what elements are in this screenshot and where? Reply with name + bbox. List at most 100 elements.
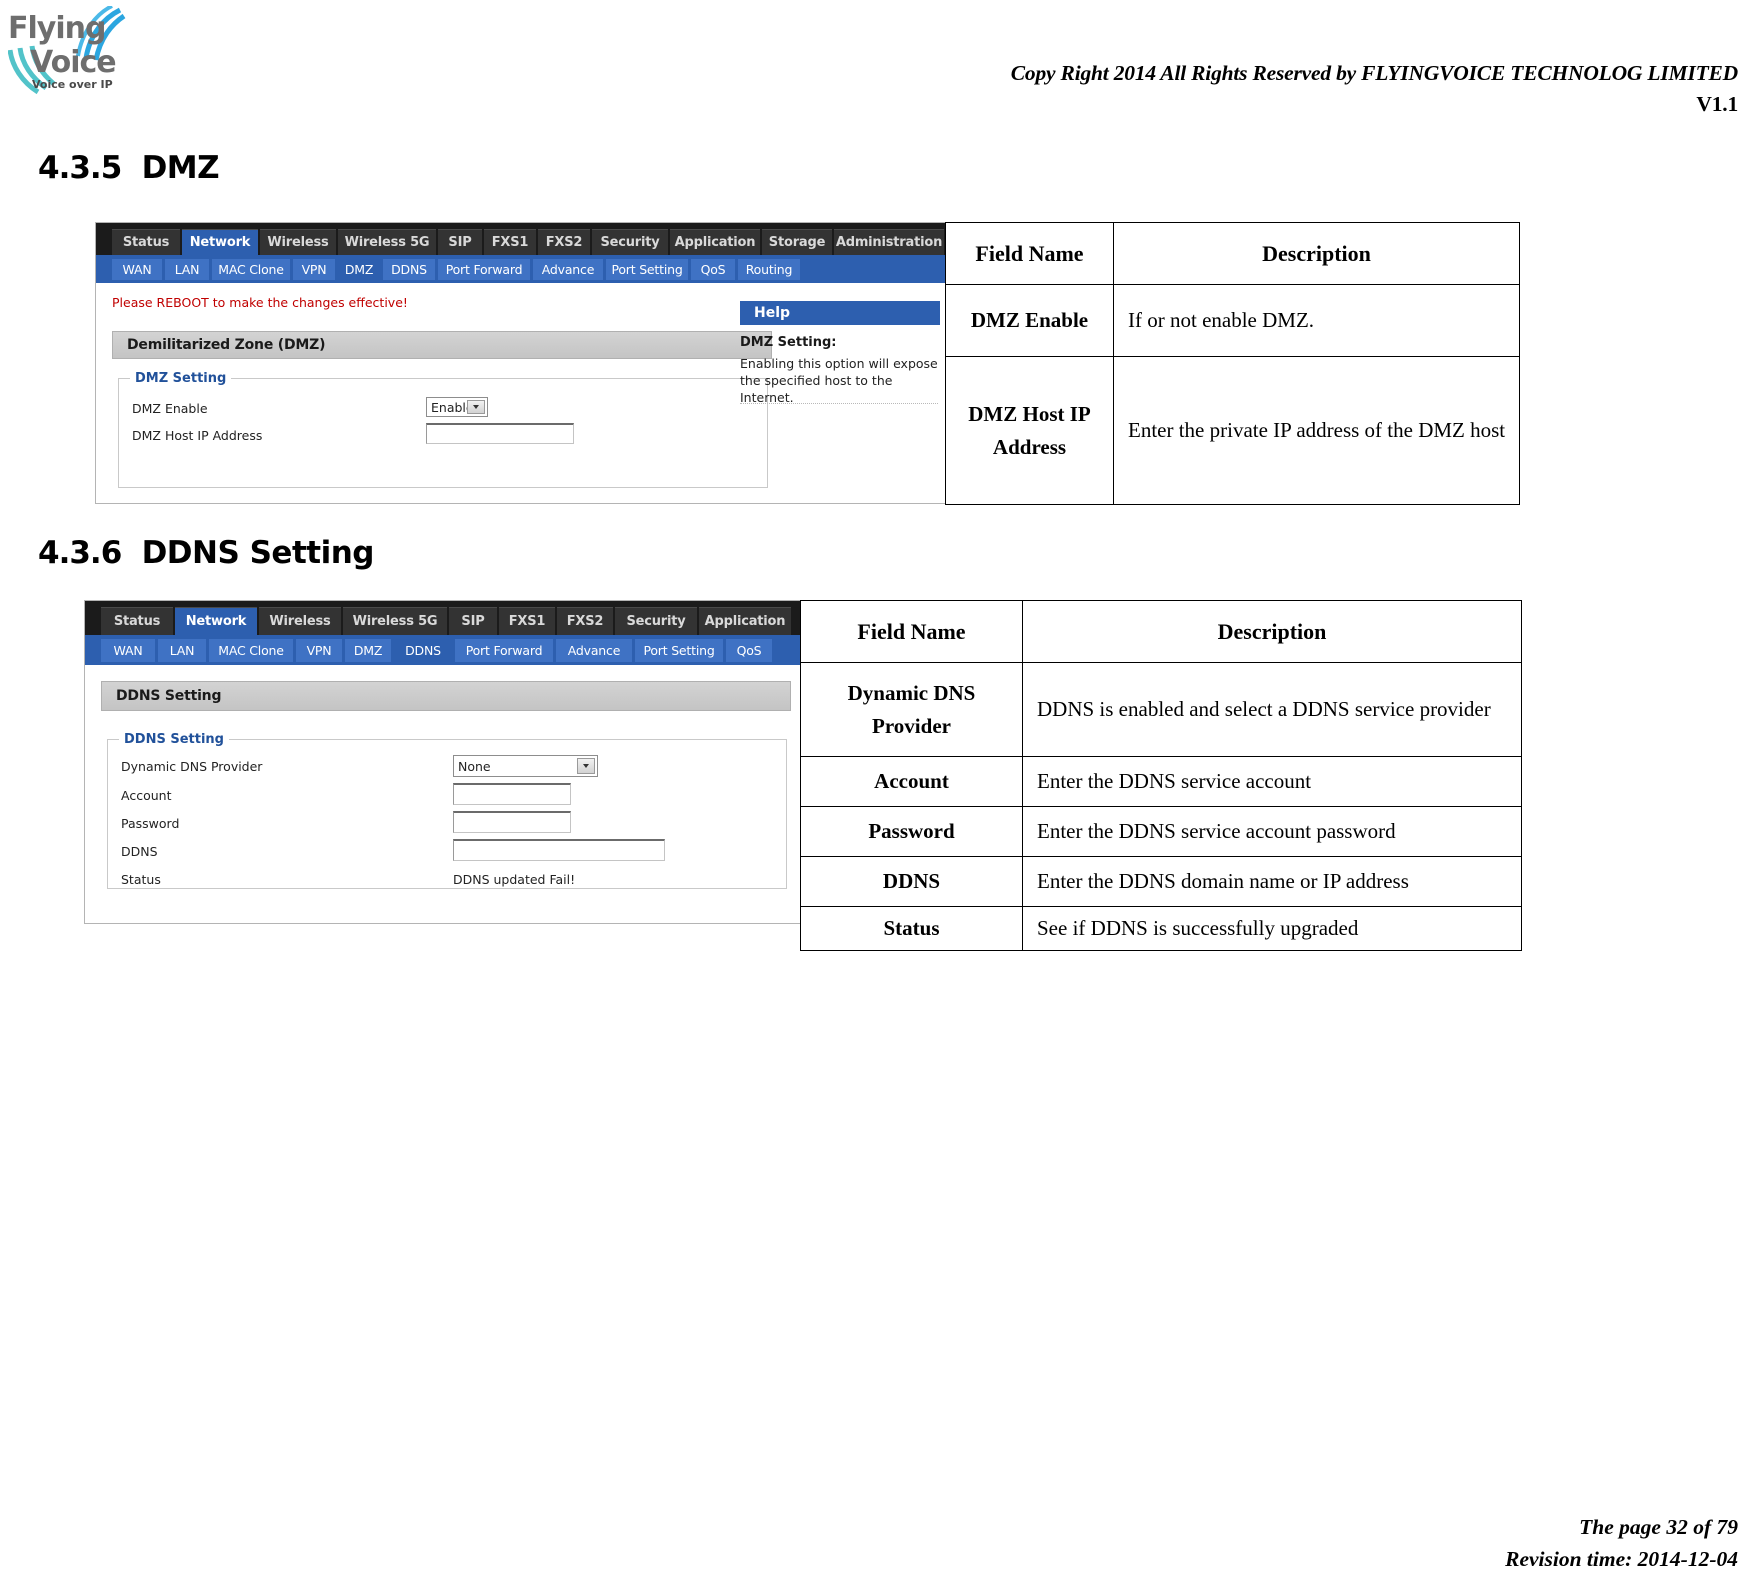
ddns-sub-tab-advance[interactable]: Advance [556,638,632,662]
cell-description: Enter the private IP address of the DMZ … [1113,356,1520,505]
sub-tab-qos[interactable]: QoS [691,258,735,280]
ddns-password-label: Password [121,816,180,831]
cell-description: See if DDNS is successfully upgraded [1022,906,1522,951]
tab-label: QoS [736,642,762,658]
flyingvoice-logo: Flying Voice Voice over IP [8,6,128,102]
version-line: V1.1 [1696,92,1738,117]
ddns-sub-tab-port-forward[interactable]: Port Forward [455,638,553,662]
ddns-sub-tab-lan[interactable]: LAN [158,638,206,662]
ddns-sub-tab-dmz[interactable]: DMZ [345,638,391,662]
nav-tab-security[interactable]: Security [592,229,668,255]
tab-label: Port Forward [465,642,543,658]
chevron-down-icon[interactable] [467,400,485,414]
tab-label: Application [704,614,786,629]
nav-tab-wireless-5g[interactable]: Wireless 5G [338,229,436,255]
ddns-fieldset-legend: DDNS Setting [119,732,229,747]
nav-tab-status[interactable]: Status [112,229,180,255]
ddns-nav-tab-fxs1[interactable]: FXS1 [499,607,555,635]
tab-label: Security [626,614,686,629]
ddns-sub-tab-port-setting[interactable]: Port Setting [635,638,723,662]
ddns-nav-tab-wireless-5g[interactable]: Wireless 5G [343,607,447,635]
sub-tab-port-forward[interactable]: Port Forward [438,258,530,280]
footer-page-number: The page 32 of 79 [1579,1514,1738,1539]
sub-tab-vpn[interactable]: VPN [293,258,335,280]
table-header-row: Field Name Description [945,222,1520,285]
section-heading-dmz: 4.3.5 DMZ [38,150,220,186]
ddns-password-input[interactable] [453,811,571,833]
help-title: DMZ Setting: [740,335,837,350]
tab-label: VPN [301,261,327,277]
tab-label: VPN [306,642,332,658]
ddns-nav-tab-wireless[interactable]: Wireless [259,607,341,635]
ddns-nav-tabs: Status Network Wireless Wireless 5G SIP FXS1 F… [85,601,805,635]
nav-tab-wireless[interactable]: Wireless [260,229,336,255]
nav-tab-administration[interactable]: Administration [834,229,944,255]
ddns-nav-tab-security[interactable]: Security [615,607,697,635]
cell-description: Enter the DDNS service account [1022,756,1522,807]
dmz-enable-label: DMZ Enable [132,401,208,416]
ddns-sub-tab-ddns[interactable]: DDNS [394,638,452,662]
sub-tab-port-setting[interactable]: Port Setting [606,258,688,280]
ddns-domain-input[interactable] [453,839,665,861]
document-header-text: Copy Right 2014 All Rights Reserved by F… [1011,58,1738,120]
tab-label: DDNS [405,642,441,658]
tab-label: Wireless 5G [352,614,438,629]
tab-label: FXS1 [491,235,529,250]
tab-label: Status [113,614,161,629]
tab-label: Wireless [267,235,329,250]
cell-field-name: Status [800,906,1023,951]
tab-label: Port Setting [643,642,715,658]
ddns-panel-title: DDNS Setting [101,681,791,711]
tab-label: Advance [541,261,595,277]
cell-description: Enter the DDNS service account password [1022,806,1522,857]
nav-tab-fxs1[interactable]: FXS1 [484,229,536,255]
dmz-host-ip-input[interactable] [426,423,574,444]
tab-label: Network [185,614,247,629]
nav-tab-network[interactable]: Network [182,229,258,255]
help-divider [740,403,938,404]
ddns-sub-tab-mac-clone[interactable]: MAC Clone [209,638,293,662]
dmz-router-screenshot: Status Network Wireless Wireless 5G SIP FXS1 F… [95,222,952,504]
svg-text:Voice: Voice [30,45,116,80]
ddns-sub-tab-vpn[interactable]: VPN [296,638,342,662]
ddns-nav-tab-application[interactable]: Application [699,607,791,635]
nav-tab-sip[interactable]: SIP [438,229,482,255]
ddns-sub-tab-wan[interactable]: WAN [101,638,155,662]
ddns-nav-tab-network[interactable]: Network [175,607,257,635]
sub-tab-routing[interactable]: Routing [738,258,800,280]
ddns-nav-tab-fxs2[interactable]: FXS2 [557,607,613,635]
ddns-account-input[interactable] [453,783,571,805]
ddns-nav-tab-sip[interactable]: SIP [449,607,497,635]
tab-label: DMZ [344,261,374,277]
nav-tab-fxs2[interactable]: FXS2 [538,229,590,255]
svg-text:Flying: Flying [8,11,105,46]
cell-description: Enter the DDNS domain name or IP address [1022,856,1522,907]
dmz-nav-tabs: Status Network Wireless Wireless 5G SIP FXS1 F… [96,223,951,255]
tab-label: FXS2 [545,235,583,250]
sub-tab-dmz[interactable]: DMZ [338,258,380,280]
ddns-provider-select[interactable]: None [453,755,598,777]
ddns-status-value: DDNS updated Fail! [453,872,576,887]
cell-description: DDNS is enabled and select a DDNS servic… [1022,662,1522,757]
table-row: Status See if DDNS is successfully upgrad… [800,906,1522,951]
reboot-message: Please REBOOT to make the changes effect… [112,295,408,310]
table-row: DMZ Host IP Address Enter the private IP … [945,356,1520,505]
section-number-dmz: 4.3.5 [38,150,122,186]
sub-tab-advance[interactable]: Advance [533,258,603,280]
section-title-dmz: DMZ [141,150,220,186]
dmz-enable-select[interactable]: Enable [426,397,488,417]
sub-tab-lan[interactable]: LAN [165,258,209,280]
nav-tab-storage[interactable]: Storage [762,229,832,255]
sub-tab-ddns[interactable]: DDNS [383,258,435,280]
section-heading-ddns: 4.3.6 DDNS Setting [38,535,374,571]
cell-field-name: Dynamic DNS Provider [800,662,1023,757]
ddns-sub-tab-qos[interactable]: QoS [726,638,772,662]
cell-description: If or not enable DMZ. [1113,284,1520,357]
ddns-provider-label: Dynamic DNS Provider [121,759,263,774]
tab-label: Storage [768,235,826,250]
nav-tab-application[interactable]: Application [670,229,760,255]
sub-tab-mac-clone[interactable]: MAC Clone [212,258,290,280]
chevron-down-icon[interactable] [577,758,595,774]
sub-tab-wan[interactable]: WAN [112,258,162,280]
ddns-nav-tab-status[interactable]: Status [101,607,173,635]
